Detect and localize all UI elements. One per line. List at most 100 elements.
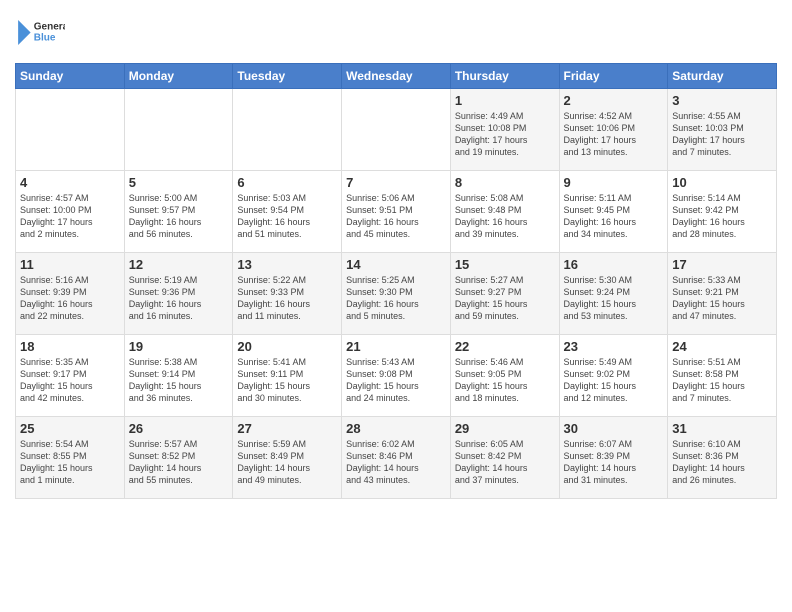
cell-info: Sunrise: 5:49 AMSunset: 9:02 PMDaylight:… [564,357,637,403]
cell-info: Sunrise: 5:08 AMSunset: 9:48 PMDaylight:… [455,193,528,239]
calendar-cell: 6Sunrise: 5:03 AMSunset: 9:54 PMDaylight… [233,171,342,253]
cell-info: Sunrise: 6:10 AMSunset: 8:36 PMDaylight:… [672,439,745,485]
week-row-3: 11Sunrise: 5:16 AMSunset: 9:39 PMDayligh… [16,253,777,335]
day-number: 17 [672,257,772,272]
col-header-saturday: Saturday [668,64,777,89]
day-number: 15 [455,257,555,272]
svg-text:Blue: Blue [34,33,56,44]
cell-info: Sunrise: 4:49 AMSunset: 10:08 PMDaylight… [455,111,528,157]
day-number: 23 [564,339,664,354]
day-number: 22 [455,339,555,354]
calendar-cell: 21Sunrise: 5:43 AMSunset: 9:08 PMDayligh… [342,335,451,417]
logo: General Blue [15,10,65,55]
calendar-cell: 3Sunrise: 4:55 AMSunset: 10:03 PMDayligh… [668,89,777,171]
day-number: 24 [672,339,772,354]
calendar-cell: 19Sunrise: 5:38 AMSunset: 9:14 PMDayligh… [124,335,233,417]
cell-info: Sunrise: 5:46 AMSunset: 9:05 PMDaylight:… [455,357,528,403]
calendar-cell: 1 Sunrise: 4:49 AMSunset: 10:08 PMDayligh… [450,89,559,171]
col-header-thursday: Thursday [450,64,559,89]
header-row: SundayMondayTuesdayWednesdayThursdayFrid… [16,64,777,89]
day-number: 3 [672,93,772,108]
cell-info: Sunrise: 5:27 AMSunset: 9:27 PMDaylight:… [455,275,528,321]
cell-info: Sunrise: 5:30 AMSunset: 9:24 PMDaylight:… [564,275,637,321]
cell-info: Sunrise: 5:59 AMSunset: 8:49 PMDaylight:… [237,439,310,485]
day-number: 13 [237,257,337,272]
cell-info: Sunrise: 5:51 AMSunset: 8:58 PMDaylight:… [672,357,745,403]
header: General Blue [15,10,777,55]
logo-icon: General Blue [15,10,65,55]
col-header-friday: Friday [559,64,668,89]
day-number: 16 [564,257,664,272]
calendar-table: SundayMondayTuesdayWednesdayThursdayFrid… [15,63,777,499]
calendar-cell: 28Sunrise: 6:02 AMSunset: 8:46 PMDayligh… [342,417,451,499]
calendar-cell [16,89,125,171]
day-number: 18 [20,339,120,354]
cell-info: Sunrise: 6:05 AMSunset: 8:42 PMDaylight:… [455,439,528,485]
calendar-cell: 11Sunrise: 5:16 AMSunset: 9:39 PMDayligh… [16,253,125,335]
day-number: 20 [237,339,337,354]
cell-info: Sunrise: 5:00 AMSunset: 9:57 PMDaylight:… [129,193,202,239]
calendar-cell [342,89,451,171]
calendar-cell: 23 Sunrise: 5:49 AMSunset: 9:02 PMDayligh… [559,335,668,417]
cell-info: Sunrise: 5:14 AMSunset: 9:42 PMDaylight:… [672,193,745,239]
cell-info: Sunrise: 5:16 AMSunset: 9:39 PMDaylight:… [20,275,93,321]
calendar-cell: 10 Sunrise: 5:14 AMSunset: 9:42 PMDayligh… [668,171,777,253]
calendar-cell: 31 Sunrise: 6:10 AMSunset: 8:36 PMDayligh… [668,417,777,499]
cell-info: Sunrise: 5:35 AMSunset: 9:17 PMDaylight:… [20,357,93,403]
calendar-cell: 25 Sunrise: 5:54 AMSunset: 8:55 PMDayligh… [16,417,125,499]
week-row-4: 18 Sunrise: 5:35 AMSunset: 9:17 PMDayligh… [16,335,777,417]
cell-info: Sunrise: 5:06 AMSunset: 9:51 PMDaylight:… [346,193,419,239]
day-number: 9 [564,175,664,190]
calendar-cell: 20Sunrise: 5:41 AMSunset: 9:11 PMDayligh… [233,335,342,417]
calendar-cell: 18 Sunrise: 5:35 AMSunset: 9:17 PMDayligh… [16,335,125,417]
calendar-cell: 26 Sunrise: 5:57 AMSunset: 8:52 PMDayligh… [124,417,233,499]
cell-info: Sunrise: 5:57 AMSunset: 8:52 PMDaylight:… [129,439,202,485]
calendar-cell: 9Sunrise: 5:11 AMSunset: 9:45 PMDaylight… [559,171,668,253]
day-number: 1 [455,93,555,108]
cell-info: Sunrise: 5:38 AMSunset: 9:14 PMDaylight:… [129,357,202,403]
calendar-cell: 22 Sunrise: 5:46 AMSunset: 9:05 PMDayligh… [450,335,559,417]
cell-info: Sunrise: 6:07 AMSunset: 8:39 PMDaylight:… [564,439,637,485]
day-number: 14 [346,257,446,272]
cell-info: Sunrise: 5:22 AMSunset: 9:33 PMDaylight:… [237,275,310,321]
calendar-cell: 17 Sunrise: 5:33 AMSunset: 9:21 PMDayligh… [668,253,777,335]
calendar-cell: 27 Sunrise: 5:59 AMSunset: 8:49 PMDayligh… [233,417,342,499]
day-number: 4 [20,175,120,190]
cell-info: Sunrise: 5:33 AMSunset: 9:21 PMDaylight:… [672,275,745,321]
calendar-cell: 12Sunrise: 5:19 AMSunset: 9:36 PMDayligh… [124,253,233,335]
week-row-2: 4 Sunrise: 4:57 AMSunset: 10:00 PMDayligh… [16,171,777,253]
col-header-monday: Monday [124,64,233,89]
col-header-wednesday: Wednesday [342,64,451,89]
col-header-tuesday: Tuesday [233,64,342,89]
cell-info: Sunrise: 6:02 AMSunset: 8:46 PMDaylight:… [346,439,419,485]
day-number: 27 [237,421,337,436]
calendar-cell: 2Sunrise: 4:52 AMSunset: 10:06 PMDayligh… [559,89,668,171]
calendar-cell [124,89,233,171]
day-number: 10 [672,175,772,190]
cell-info: Sunrise: 5:25 AMSunset: 9:30 PMDaylight:… [346,275,419,321]
cell-info: Sunrise: 4:57 AMSunset: 10:00 PMDaylight… [20,193,93,239]
calendar-cell: 29 Sunrise: 6:05 AMSunset: 8:42 PMDayligh… [450,417,559,499]
cell-info: Sunrise: 5:19 AMSunset: 9:36 PMDaylight:… [129,275,202,321]
cell-info: Sunrise: 5:03 AMSunset: 9:54 PMDaylight:… [237,193,310,239]
day-number: 8 [455,175,555,190]
day-number: 25 [20,421,120,436]
day-number: 29 [455,421,555,436]
calendar-cell: 4 Sunrise: 4:57 AMSunset: 10:00 PMDayligh… [16,171,125,253]
day-number: 7 [346,175,446,190]
day-number: 26 [129,421,229,436]
day-number: 31 [672,421,772,436]
calendar-cell: 15 Sunrise: 5:27 AMSunset: 9:27 PMDayligh… [450,253,559,335]
calendar-cell: 24 Sunrise: 5:51 AMSunset: 8:58 PMDayligh… [668,335,777,417]
calendar-cell: 30 Sunrise: 6:07 AMSunset: 8:39 PMDayligh… [559,417,668,499]
calendar-cell: 7 Sunrise: 5:06 AMSunset: 9:51 PMDaylight… [342,171,451,253]
col-header-sunday: Sunday [16,64,125,89]
cell-info: Sunrise: 5:54 AMSunset: 8:55 PMDaylight:… [20,439,93,485]
day-number: 21 [346,339,446,354]
day-number: 30 [564,421,664,436]
week-row-5: 25 Sunrise: 5:54 AMSunset: 8:55 PMDayligh… [16,417,777,499]
page-container: General Blue SundayMondayTuesdayWednesda… [0,0,792,509]
calendar-cell: 5 Sunrise: 5:00 AMSunset: 9:57 PMDaylight… [124,171,233,253]
day-number: 5 [129,175,229,190]
cell-info: Sunrise: 4:52 AMSunset: 10:06 PMDaylight… [564,111,637,157]
